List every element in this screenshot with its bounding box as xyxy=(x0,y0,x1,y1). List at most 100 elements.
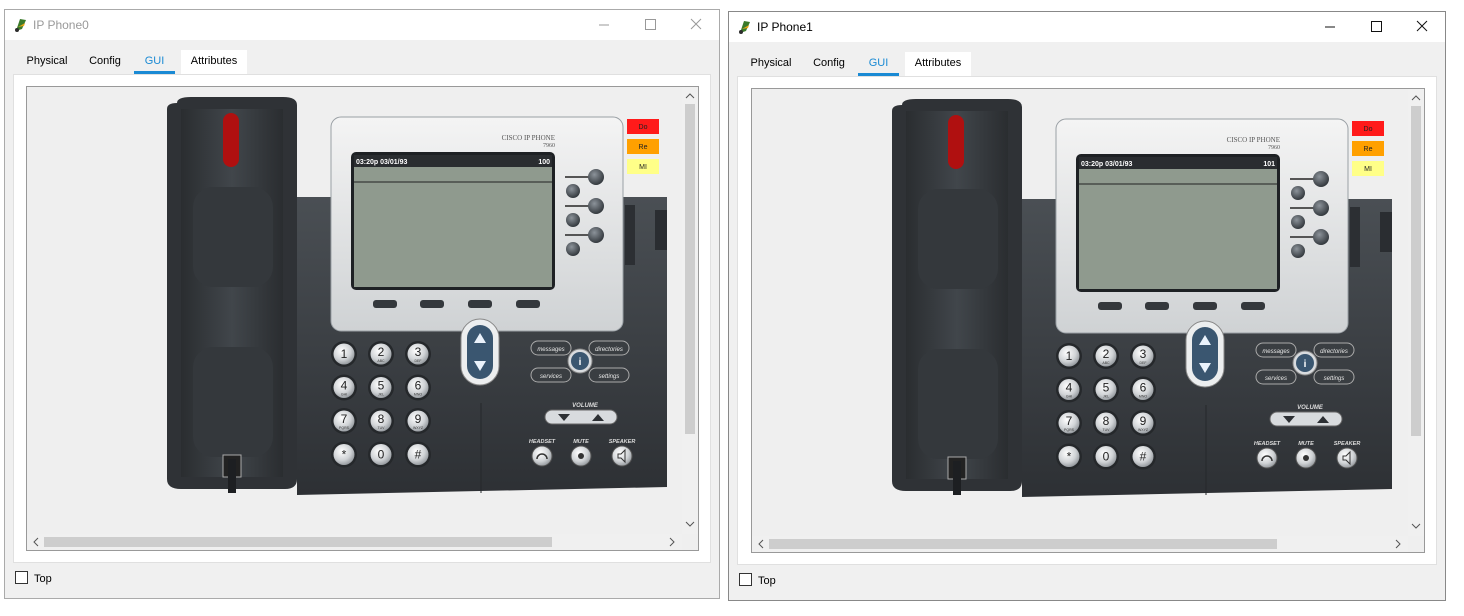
volume-rocker[interactable] xyxy=(544,409,618,425)
tab-physical[interactable]: Physical xyxy=(745,52,797,76)
key-letters: MNO xyxy=(414,393,422,397)
key-6[interactable]: 6MNO xyxy=(405,374,431,401)
tab-physical[interactable]: Physical xyxy=(21,50,73,74)
key-star[interactable]: * xyxy=(331,441,357,468)
minimize-button[interactable] xyxy=(1307,12,1353,42)
key-0[interactable]: 0 xyxy=(1093,443,1119,470)
services-button[interactable]: services xyxy=(530,367,572,383)
handset[interactable] xyxy=(892,99,1022,495)
key-5[interactable]: 5JKL xyxy=(1093,376,1119,403)
softkey-3[interactable] xyxy=(468,300,492,308)
navigation-button[interactable] xyxy=(1185,320,1225,388)
settings-button[interactable]: settings xyxy=(588,367,630,383)
messages-button[interactable]: messages xyxy=(530,340,572,356)
horizontal-scrollbar[interactable] xyxy=(752,536,1408,552)
top-checkbox[interactable]: Top xyxy=(15,571,52,585)
key-4[interactable]: 4GHI xyxy=(331,374,357,401)
key-letters: DEF xyxy=(1140,361,1147,365)
tab-attributes[interactable]: Attributes xyxy=(181,50,247,74)
tab-config[interactable]: Config xyxy=(85,50,125,74)
key-star[interactable]: * xyxy=(1056,443,1082,470)
key-0[interactable]: 0 xyxy=(368,441,394,468)
key-1[interactable]: 1 xyxy=(1056,343,1082,369)
key-1[interactable]: 1 xyxy=(331,341,357,367)
key-8[interactable]: 8TUV xyxy=(1093,410,1119,436)
key-3[interactable]: 3DEF xyxy=(1130,343,1156,369)
display-time-date: 03:20p 03/01/93 xyxy=(1081,161,1132,168)
headset-button[interactable] xyxy=(1256,447,1278,469)
vertical-scrollbar[interactable] xyxy=(682,87,698,534)
softkey-4[interactable] xyxy=(1241,302,1265,310)
softkey-2[interactable] xyxy=(1145,302,1169,310)
messages-button[interactable]: messages xyxy=(1255,342,1297,358)
softkey-2[interactable] xyxy=(420,300,444,308)
key-digit: 3 xyxy=(415,345,422,359)
softkey-1[interactable] xyxy=(1098,302,1122,310)
key-6[interactable]: 6MNO xyxy=(1130,376,1156,403)
tab-config[interactable]: Config xyxy=(809,52,849,76)
top-label: Top xyxy=(34,573,52,585)
minimize-icon xyxy=(1325,26,1335,28)
info-button[interactable]: i xyxy=(1292,350,1318,376)
key-3[interactable]: 3DEF xyxy=(405,341,431,367)
maximize-button[interactable] xyxy=(627,10,673,40)
softkey-4[interactable] xyxy=(516,300,540,308)
key-7[interactable]: 7PQRS xyxy=(1056,410,1082,436)
key-9[interactable]: 9WXYZ xyxy=(1130,410,1156,436)
close-button[interactable] xyxy=(673,10,719,40)
services-label: services xyxy=(1265,376,1287,382)
key-4[interactable]: 4GHI xyxy=(1056,376,1082,403)
title-bar[interactable]: IP Phone0 xyxy=(5,10,719,40)
mute-icon xyxy=(1303,455,1309,461)
navigation-button[interactable] xyxy=(460,318,500,386)
horizontal-scrollbar[interactable] xyxy=(27,534,682,550)
tab-gui[interactable]: GUI xyxy=(134,50,175,74)
vertical-scrollbar[interactable] xyxy=(1408,89,1424,536)
key-letters: GHI xyxy=(341,393,347,397)
softkey-1[interactable] xyxy=(373,300,397,308)
key-2[interactable]: 2ABC xyxy=(1093,343,1119,369)
speaker-button[interactable] xyxy=(1336,447,1358,469)
mute-button[interactable] xyxy=(570,445,592,467)
tab-attributes[interactable]: Attributes xyxy=(905,52,971,76)
headset-button[interactable] xyxy=(531,445,553,467)
services-button[interactable]: services xyxy=(1255,369,1297,385)
key-letters: TUV xyxy=(1103,428,1111,432)
directories-label: directories xyxy=(595,347,623,353)
settings-button[interactable]: settings xyxy=(1313,369,1355,385)
top-checkbox[interactable]: Top xyxy=(739,573,776,587)
title-bar[interactable]: IP Phone1 xyxy=(729,12,1445,42)
softkey-3[interactable] xyxy=(1193,302,1217,310)
key-2[interactable]: 2ABC xyxy=(368,341,394,367)
volume-rocker[interactable] xyxy=(1269,411,1343,427)
key-digit: * xyxy=(342,448,347,462)
info-button[interactable]: i xyxy=(567,348,593,374)
mute-button[interactable] xyxy=(1295,447,1317,469)
maximize-button[interactable] xyxy=(1353,12,1399,42)
tab-gui[interactable]: GUI xyxy=(858,52,899,76)
close-button[interactable] xyxy=(1399,12,1445,42)
window-ip-phone1: IP Phone1 Physical Config GUI Attributes… xyxy=(728,11,1446,601)
key-digit: 7 xyxy=(1066,414,1073,428)
key-pound[interactable]: # xyxy=(405,441,431,468)
key-5[interactable]: 5JKL xyxy=(368,374,394,401)
directories-button[interactable]: directories xyxy=(588,340,630,356)
directories-button[interactable]: directories xyxy=(1313,342,1355,358)
key-8[interactable]: 8TUV xyxy=(368,408,394,434)
volume-label: VOLUME xyxy=(572,403,599,409)
key-digit: * xyxy=(1067,450,1072,464)
key-digit: 0 xyxy=(1103,450,1110,464)
handset[interactable] xyxy=(167,97,297,493)
key-7[interactable]: 7PQRS xyxy=(331,408,357,434)
mwi-indicator: MI xyxy=(1352,161,1384,176)
minimize-button[interactable] xyxy=(581,10,627,40)
speaker-button[interactable] xyxy=(611,445,633,467)
key-digit: 9 xyxy=(415,412,422,426)
key-letters: PQRS xyxy=(1064,428,1075,432)
key-9[interactable]: 9WXYZ xyxy=(405,408,431,434)
dnd-indicator: Do xyxy=(1352,121,1384,136)
message-waiting-light xyxy=(948,115,964,169)
dnd-indicator: Do xyxy=(627,119,659,134)
phone-display: 03:20p 03/01/93 101 xyxy=(1076,154,1280,292)
key-pound[interactable]: # xyxy=(1130,443,1156,470)
